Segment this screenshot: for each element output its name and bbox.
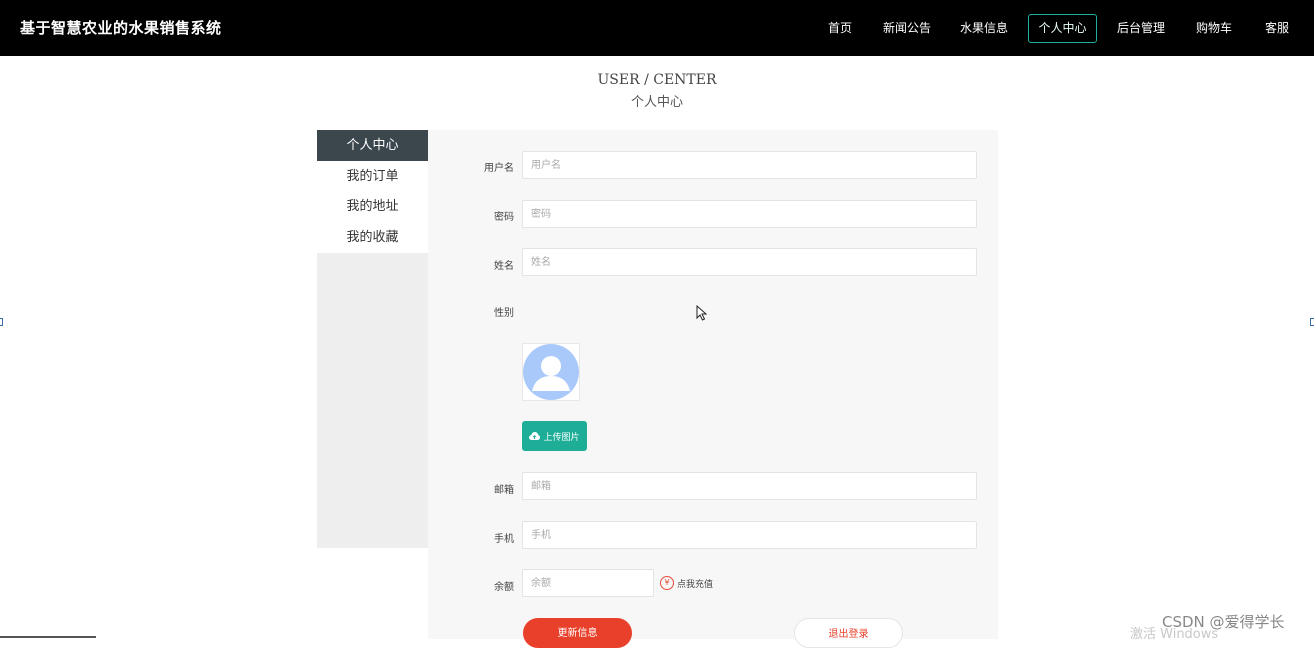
user-form-panel: 用户名 密码 姓名 性别 上传图片 邮箱 手机 余额 ¥ 点我充值 更新信息 退…	[428, 130, 998, 648]
update-info-button[interactable]: 更新信息	[523, 618, 632, 648]
sidebar-item-user-center[interactable]: 个人中心	[317, 130, 428, 161]
password-label: 密码	[494, 212, 514, 223]
gender-label: 性别	[494, 308, 514, 319]
upload-image-label: 上传图片	[543, 432, 580, 443]
sidebar-item-address[interactable]: 我的地址	[317, 191, 428, 222]
username-label: 用户名	[484, 163, 514, 174]
name-input[interactable]	[522, 248, 977, 276]
recharge-label: 点我充值	[677, 579, 714, 590]
nav-item-news[interactable]: 新闻公告	[876, 14, 938, 43]
avatar[interactable]	[522, 343, 580, 401]
password-input[interactable]	[522, 200, 977, 228]
window-left-resize-marker	[0, 318, 3, 326]
logout-button[interactable]: 退出登录	[794, 618, 903, 648]
sidebar-item-favorites[interactable]: 我的收藏	[317, 222, 428, 253]
cloud-upload-icon	[529, 431, 541, 440]
balance-input[interactable]	[522, 569, 654, 597]
username-input[interactable]	[522, 151, 977, 179]
yen-icon: ¥	[660, 576, 674, 590]
email-input[interactable]	[522, 472, 977, 500]
sidebar-item-orders[interactable]: 我的订单	[317, 161, 428, 192]
nav-item-service[interactable]: 客服	[1257, 14, 1297, 43]
section-title-en: USER / CENTER	[597, 72, 717, 88]
nav-item-user-center[interactable]: 个人中心	[1028, 14, 1097, 43]
window-bottom-bar	[0, 636, 96, 638]
mouse-cursor-icon	[696, 305, 708, 321]
email-label: 邮箱	[494, 485, 514, 496]
name-label: 姓名	[494, 261, 514, 272]
avatar-placeholder-icon	[523, 344, 579, 400]
recharge-link[interactable]: ¥ 点我充值	[660, 574, 713, 592]
phone-input[interactable]	[522, 521, 977, 549]
nav-item-admin[interactable]: 后台管理	[1110, 14, 1172, 43]
upload-image-button[interactable]: 上传图片	[522, 421, 587, 451]
phone-label: 手机	[494, 534, 514, 545]
site-title: 基于智慧农业的水果销售系统	[20, 19, 222, 37]
window-right-resize-marker	[1310, 318, 1314, 326]
csdn-watermark: CSDN @爱得学长	[1162, 613, 1285, 631]
nav-item-fruit-info[interactable]: 水果信息	[953, 14, 1015, 43]
section-title-cn: 个人中心	[630, 95, 683, 110]
nav-item-cart[interactable]: 购物车	[1186, 14, 1242, 43]
balance-label: 余额	[494, 582, 514, 593]
sidebar: 个人中心 我的订单 我的地址 我的收藏	[317, 130, 428, 548]
nav-item-home[interactable]: 首页	[816, 14, 864, 43]
